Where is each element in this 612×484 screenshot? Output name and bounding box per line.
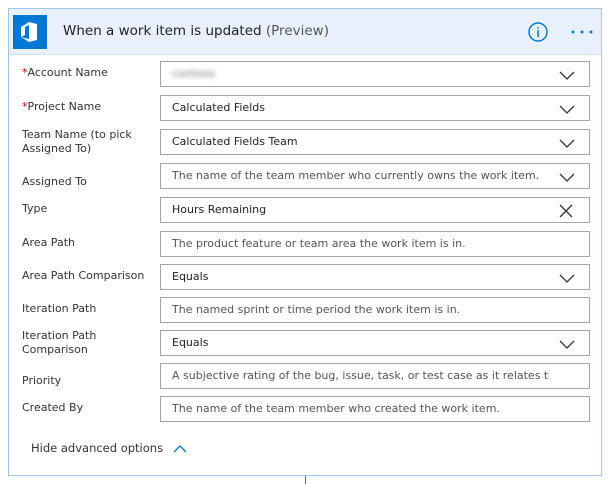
- card-title: When a work item is updated (Preview): [63, 23, 329, 39]
- field-label-text: Area Path Comparison: [22, 269, 145, 282]
- field-placeholder: The named sprint or time period the work…: [172, 303, 461, 316]
- chevron-down-icon[interactable]: [559, 272, 575, 284]
- clear-icon[interactable]: [559, 204, 573, 218]
- chevron-down-icon[interactable]: [559, 103, 575, 115]
- more-options-icon[interactable]: [569, 22, 595, 42]
- preview-tag: (Preview): [265, 23, 329, 39]
- hide-advanced-options-link[interactable]: Hide advanced options: [31, 441, 187, 455]
- field-label: Area Path: [22, 236, 150, 250]
- field-label: Area Path Comparison: [22, 269, 150, 283]
- text-input[interactable]: The named sprint or time period the work…: [160, 297, 590, 323]
- combo-input[interactable]: Hours Remaining: [160, 197, 590, 223]
- chevron-down-icon[interactable]: [559, 69, 575, 81]
- field-label: Priority: [22, 374, 150, 388]
- field-label: *Project Name: [22, 100, 150, 114]
- title-text: When a work item is updated: [63, 23, 262, 39]
- field-label: Assigned To: [22, 175, 150, 189]
- field-label: Iteration Path: [22, 302, 150, 316]
- text-input[interactable]: The name of the team member who created …: [160, 396, 590, 422]
- field-placeholder: The product feature or team area the wor…: [172, 237, 466, 250]
- field-label: Team Name (to pick Assigned To): [22, 128, 150, 156]
- text-input[interactable]: A subjective rating of the bug, issue, t…: [160, 363, 590, 389]
- field-value: Equals: [172, 336, 209, 349]
- chevron-down-icon[interactable]: [559, 137, 575, 149]
- dropdown-input[interactable]: Equals: [160, 264, 590, 290]
- field-placeholder: The name of the team member who created …: [172, 402, 500, 415]
- field-label: *Account Name: [22, 66, 150, 80]
- field-label-text: Type: [22, 202, 48, 215]
- field-value: Calculated Fields Team: [172, 135, 298, 148]
- field-label-text: Area Path: [22, 236, 75, 249]
- text-input[interactable]: The product feature or team area the wor…: [160, 231, 590, 257]
- field-label-text: Assigned To: [22, 175, 87, 188]
- chevron-up-icon: [173, 444, 187, 452]
- chevron-down-icon[interactable]: [559, 171, 575, 183]
- field-value: contoso: [172, 67, 216, 80]
- field-label: Created By: [22, 401, 150, 415]
- field-label-text: Team Name (to pick Assigned To): [22, 128, 132, 155]
- field-value: Calculated Fields: [172, 101, 265, 114]
- field-label-text: Priority: [22, 374, 62, 387]
- field-label-text: Iteration Path Comparison: [22, 329, 97, 356]
- chevron-down-icon[interactable]: [559, 338, 575, 350]
- field-value: Equals: [172, 270, 209, 283]
- dropdown-input[interactable]: contoso: [160, 61, 590, 87]
- advanced-options-label: Hide advanced options: [31, 441, 164, 455]
- field-label-text: Account Name: [27, 66, 108, 79]
- dropdown-input[interactable]: Calculated Fields Team: [160, 129, 590, 155]
- field-label-text: Project Name: [27, 100, 102, 113]
- info-icon[interactable]: [527, 21, 549, 43]
- field-label-text: Created By: [22, 401, 84, 414]
- dropdown-input[interactable]: Equals: [160, 330, 590, 356]
- field-placeholder: A subjective rating of the bug, issue, t…: [172, 369, 549, 382]
- field-label-text: Iteration Path: [22, 302, 97, 315]
- field-label: Iteration Path Comparison: [22, 329, 150, 357]
- field-label: Type: [22, 202, 150, 216]
- field-value: Hours Remaining: [172, 203, 267, 216]
- flow-connector-line: [305, 476, 306, 484]
- card-header[interactable]: When a work item is updated (Preview): [9, 9, 601, 55]
- dropdown-input[interactable]: The name of the team member who currentl…: [160, 163, 590, 189]
- azure-devops-logo-icon: [13, 15, 47, 49]
- dropdown-input[interactable]: Calculated Fields: [160, 95, 590, 121]
- trigger-card: When a work item is updated (Preview) *A…: [8, 8, 602, 476]
- field-placeholder: The name of the team member who currentl…: [172, 169, 540, 182]
